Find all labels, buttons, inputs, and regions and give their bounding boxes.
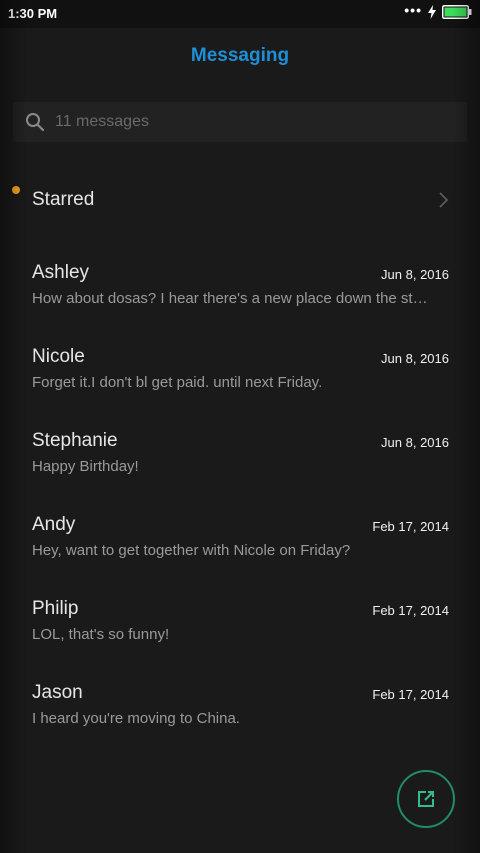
conversation-item-philip[interactable]: Philip Feb 17, 2014 LOL, that's so funny… — [0, 586, 480, 670]
conversation-name: Stephanie — [32, 430, 118, 451]
starred-label: Starred — [32, 189, 95, 210]
compose-icon — [418, 791, 434, 807]
conversation-name: Ashley — [32, 262, 90, 283]
conversation-name: Nicole — [32, 346, 85, 367]
status-bar: 1:30 PM ••• — [0, 0, 480, 28]
conversation-item-nicole[interactable]: Nicole Jun 8, 2016 Forget it.I don't bl … — [0, 334, 480, 418]
conversation-preview: I heard you're moving to China. — [32, 710, 240, 727]
conversation-date: Jun 8, 2016 — [381, 351, 449, 366]
conversation-date: Feb 17, 2014 — [372, 519, 449, 534]
conversation-name: Andy — [32, 514, 76, 535]
conversation-list: Ashley Jun 8, 2016 How about dosas? I he… — [0, 250, 480, 754]
search-icon — [26, 113, 45, 132]
conversation-preview: Happy Birthday! — [32, 458, 139, 475]
battery-icon — [442, 5, 472, 19]
conversation-preview: Forget it.I don't bl get paid. until nex… — [32, 374, 323, 391]
status-icons: ••• — [404, 2, 472, 19]
compose-button[interactable] — [397, 770, 455, 828]
charging-bolt-icon — [428, 5, 436, 19]
conversation-item-andy[interactable]: Andy Feb 17, 2014 Hey, want to get toget… — [0, 502, 480, 586]
conversation-item-jason[interactable]: Jason Feb 17, 2014 I heard you're moving… — [0, 670, 480, 754]
messaging-screen: 1:30 PM ••• Messaging 11 messages Starre… — [0, 0, 480, 853]
conversation-item-stephanie[interactable]: Stephanie Jun 8, 2016 Happy Birthday! — [0, 418, 480, 502]
status-time: 1:30 PM — [8, 6, 58, 21]
conversation-date: Jun 8, 2016 — [381, 267, 449, 282]
unread-indicator-dot — [12, 186, 20, 194]
conversation-date: Feb 17, 2014 — [372, 603, 449, 618]
conversation-date: Feb 17, 2014 — [372, 687, 449, 702]
more-dots-icon: ••• — [404, 2, 422, 18]
conversation-item-ashley[interactable]: Ashley Jun 8, 2016 How about dosas? I he… — [0, 250, 480, 334]
conversation-preview: Hey, want to get together with Nicole on… — [32, 542, 351, 559]
conversation-preview: How about dosas? I hear there's a new pl… — [32, 290, 428, 307]
page-title: Messaging — [190, 45, 290, 66]
conversation-date: Jun 8, 2016 — [381, 435, 449, 450]
conversation-name: Philip — [32, 598, 79, 619]
conversation-name: Jason — [32, 682, 83, 703]
search-placeholder: 11 messages — [55, 113, 149, 130]
conversation-preview: LOL, that's so funny! — [32, 626, 170, 643]
chevron-right-icon — [439, 192, 449, 208]
starred-row[interactable]: Starred — [0, 170, 480, 230]
search-input[interactable]: 11 messages — [13, 102, 467, 142]
